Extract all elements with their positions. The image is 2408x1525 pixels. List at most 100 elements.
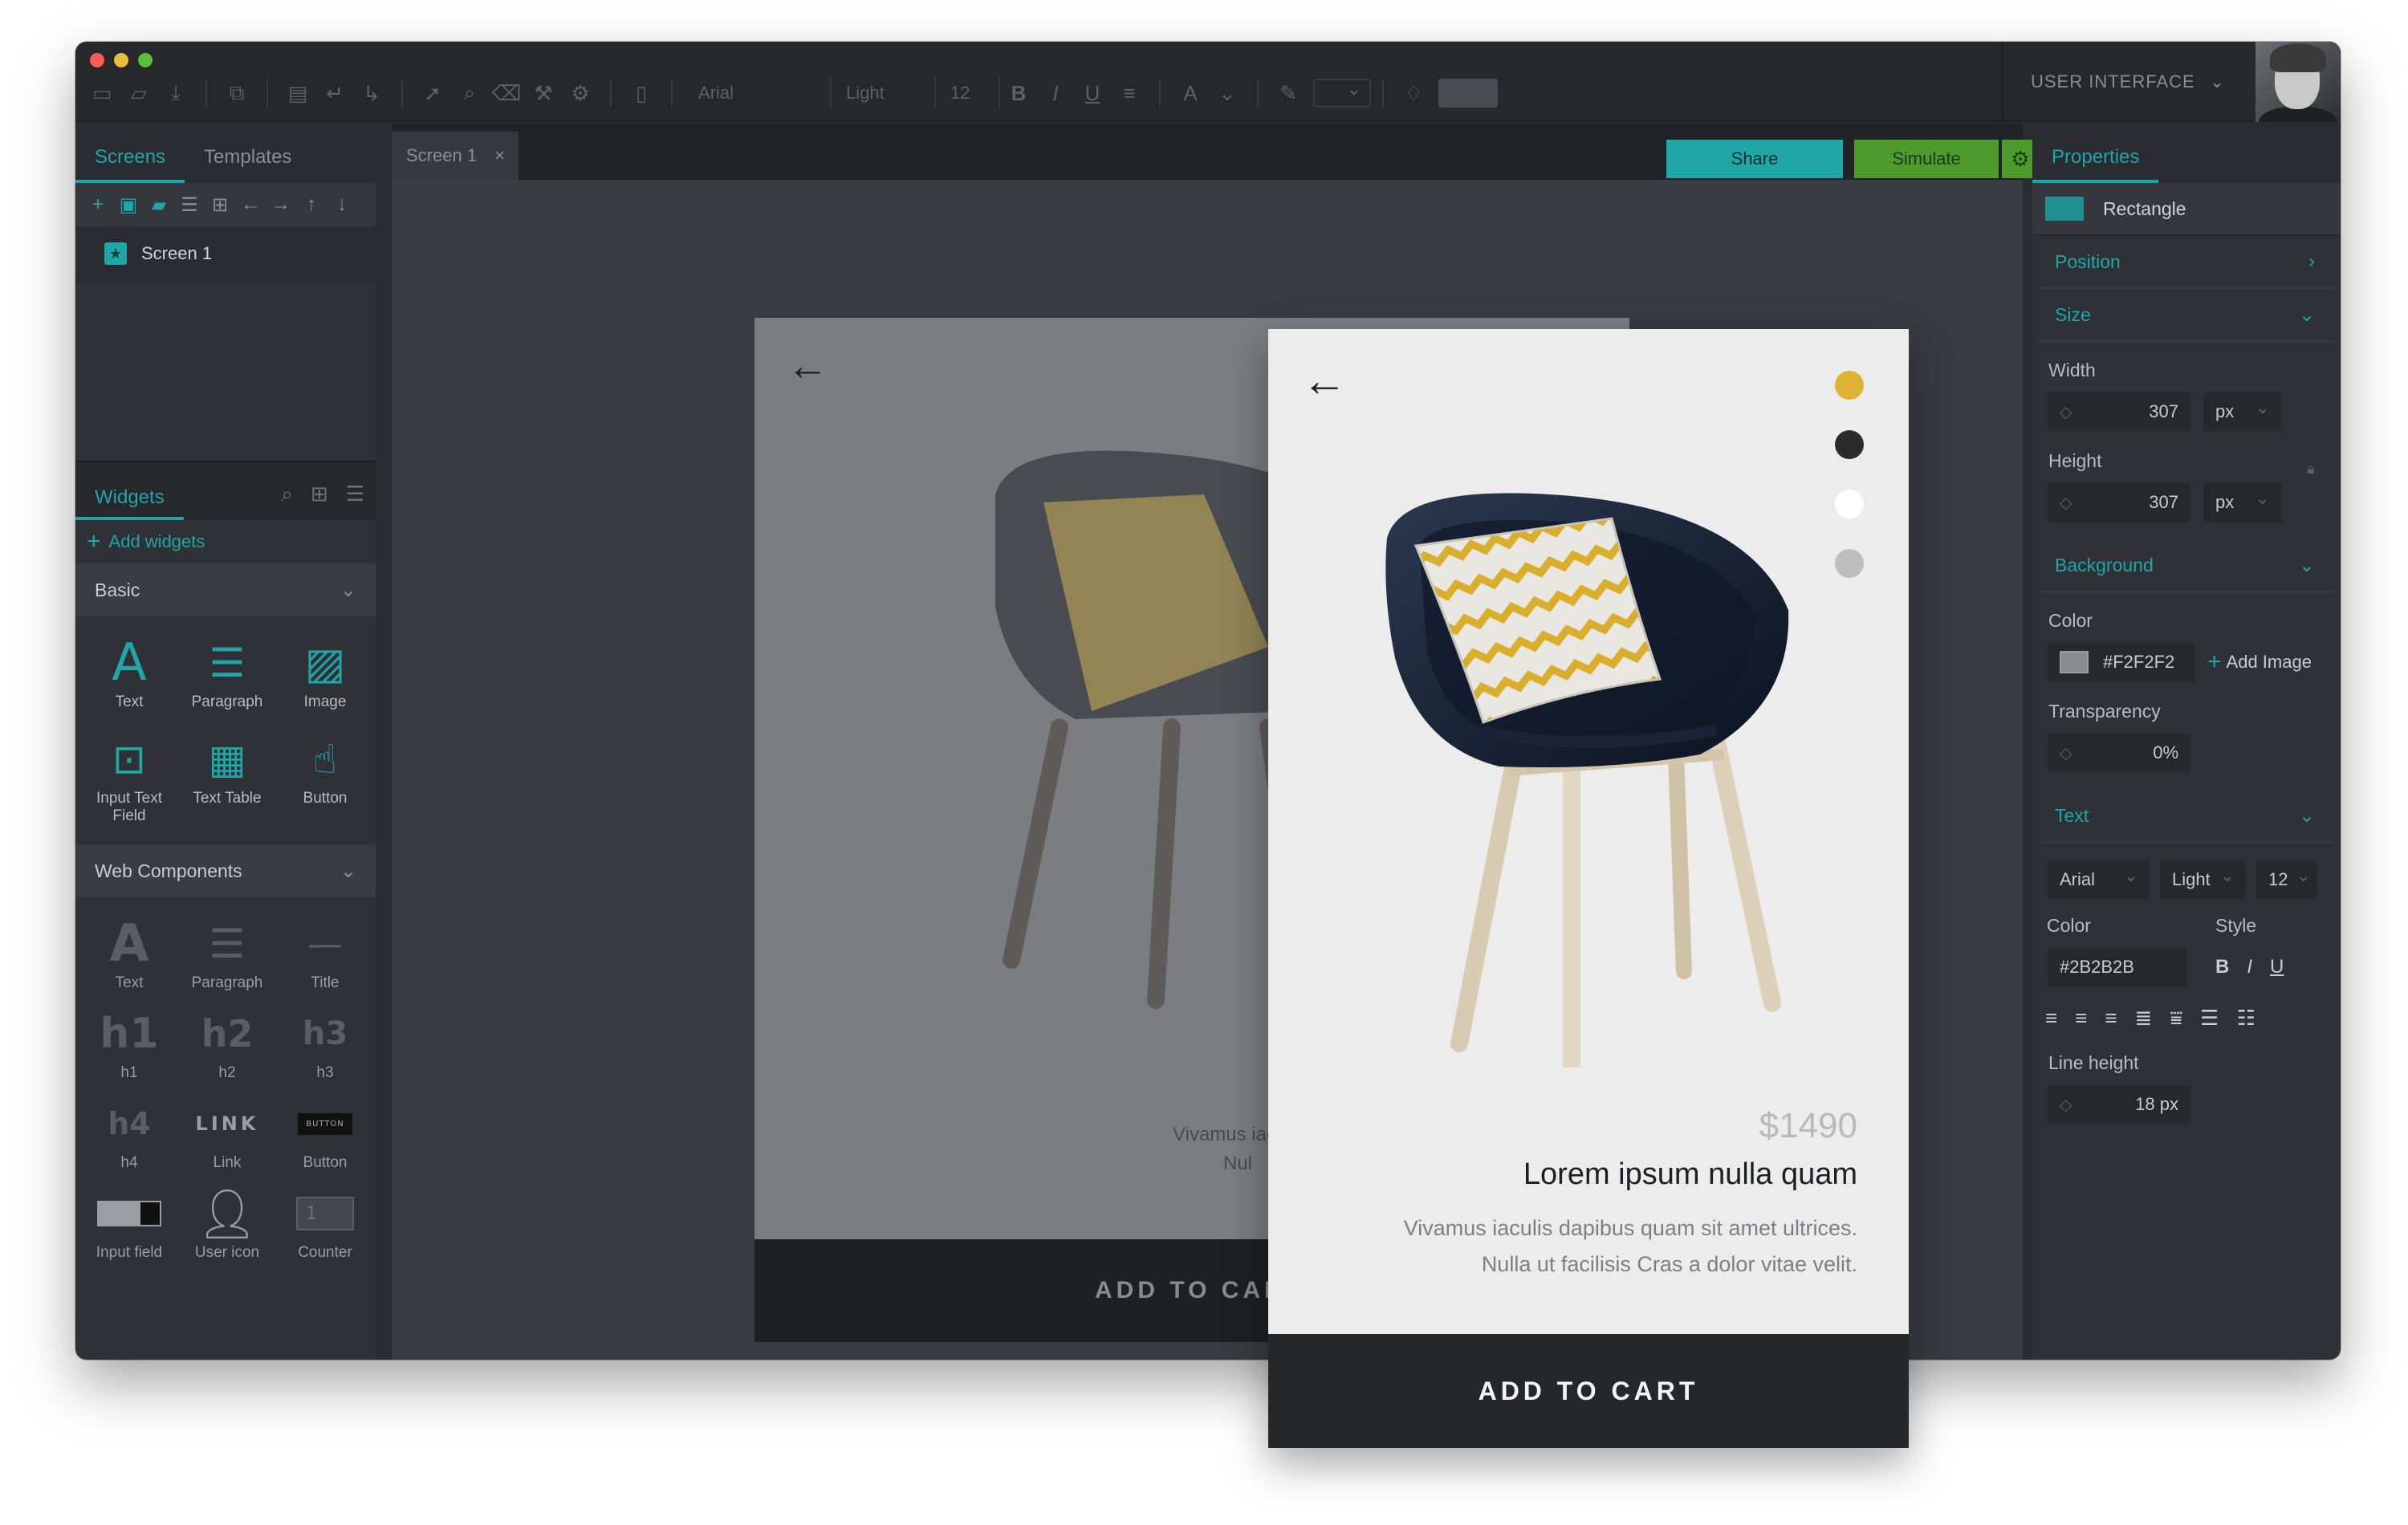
chevron-down-icon[interactable]: ⌄ xyxy=(1209,75,1246,112)
widget-text[interactable]: A Text xyxy=(80,632,178,711)
web-widget-link[interactable]: LINK Link xyxy=(178,1093,276,1172)
new-file-icon[interactable]: ▭ xyxy=(83,75,120,112)
minimize-window-button[interactable] xyxy=(114,53,128,67)
web-widget-h4[interactable]: h4 h4 xyxy=(80,1093,178,1172)
simulate-button[interactable]: Simulate xyxy=(1854,140,1999,178)
duplicate-icon[interactable]: ⧉ xyxy=(218,75,255,112)
add-to-cart-button[interactable]: ADD TO CART xyxy=(1268,1334,1909,1448)
transparency-input[interactable]: ◇ 0% xyxy=(2047,732,2191,774)
user-avatar[interactable] xyxy=(2255,42,2341,122)
toolbar-font-family[interactable]: Arial xyxy=(684,77,832,109)
italic-button[interactable]: I xyxy=(1037,81,1074,106)
underline-button[interactable]: U xyxy=(1074,81,1111,106)
web-widget-text[interactable]: A Text xyxy=(80,913,178,992)
stroke-select[interactable] xyxy=(1313,79,1371,108)
color-swatch-white[interactable] xyxy=(1835,490,1864,518)
lock-aspect-icon[interactable]: 🔒︎ xyxy=(2307,461,2315,478)
list-icon[interactable]: ☷ xyxy=(2236,1006,2255,1031)
toolbar-font-size[interactable]: 12 xyxy=(936,77,1000,109)
device-icon[interactable]: ▯ xyxy=(623,75,660,112)
widget-image[interactable]: ▨ Image xyxy=(276,632,374,711)
web-widget-h3[interactable]: h3 h3 xyxy=(276,1003,374,1082)
zoom-window-button[interactable] xyxy=(138,53,153,67)
format-painter-icon[interactable]: ⚒ xyxy=(525,75,562,112)
align-justify-icon[interactable]: ≣ xyxy=(2135,1006,2153,1031)
download-icon[interactable]: ⤓ xyxy=(157,75,194,112)
basic-section-header[interactable]: Basic ⌄ xyxy=(75,563,376,616)
position-section-header[interactable]: Position › xyxy=(2039,236,2334,289)
bold-button[interactable]: B xyxy=(1000,81,1037,106)
web-widget-h1[interactable]: h1 h1 xyxy=(80,1003,178,1082)
search-icon[interactable]: ⌕ xyxy=(281,482,293,507)
height-unit-select[interactable]: px xyxy=(2203,482,2283,523)
back-arrow-icon[interactable]: ← xyxy=(1302,358,1347,403)
tab-screen-1[interactable]: Screen 1 × xyxy=(392,132,519,180)
align-left-icon[interactable]: ≡ xyxy=(2045,1006,2057,1031)
bg-color-input[interactable]: #F2F2F2 xyxy=(2047,641,2196,683)
add-folder-icon[interactable]: ▰ xyxy=(146,193,172,217)
web-widget-input-field[interactable]: Input field xyxy=(80,1183,178,1262)
align-right-icon[interactable]: ≡ xyxy=(2105,1006,2117,1031)
arrow-right-icon[interactable]: → xyxy=(268,193,294,216)
width-unit-select[interactable]: px xyxy=(2203,391,2283,433)
valign-top-icon[interactable]: ⩸ xyxy=(2170,1006,2182,1031)
text-section-header[interactable]: Text ⌄ xyxy=(2039,790,2334,843)
width-input[interactable]: ◇ 307 xyxy=(2047,391,2191,433)
line-height-input[interactable]: ◇ 18 px xyxy=(2047,1084,2191,1125)
font-family-select[interactable]: Arial xyxy=(2047,859,2151,901)
add-widgets-link[interactable]: + Add widgets xyxy=(75,520,376,563)
paste-icon[interactable]: ▤ xyxy=(279,75,316,112)
open-folder-icon[interactable]: ▱ xyxy=(120,75,157,112)
web-widget-h2[interactable]: h2 h2 xyxy=(178,1003,276,1082)
widget-button[interactable]: ☝ Button xyxy=(276,729,374,825)
arrow-down-icon[interactable]: ↓ xyxy=(329,193,355,216)
list-view-icon[interactable]: ☰ xyxy=(177,193,202,217)
toolbar-font-weight[interactable]: Light xyxy=(832,77,936,109)
arrow-left-icon[interactable]: ← xyxy=(238,193,263,216)
background-section-header[interactable]: Background ⌄ xyxy=(2039,539,2334,592)
size-section-header[interactable]: Size ⌄ xyxy=(2039,289,2334,342)
align-icon[interactable]: ≡ xyxy=(1111,75,1148,112)
color-swatch-grey[interactable] xyxy=(1835,549,1864,578)
style-copy-icon[interactable]: ⚙ xyxy=(562,75,599,112)
ui-mode-selector[interactable]: USER INTERFACE ⌄ xyxy=(2002,42,2255,122)
redo-icon[interactable]: ↳ xyxy=(353,75,390,112)
web-widget-counter[interactable]: 1 Counter xyxy=(276,1183,374,1262)
eraser-icon[interactable]: ⌫ xyxy=(488,75,525,112)
align-center-icon[interactable]: ≡ xyxy=(2075,1006,2087,1031)
tab-screens[interactable]: Screens xyxy=(75,146,185,183)
arrow-up-icon[interactable]: ↑ xyxy=(299,193,324,216)
font-size-select[interactable]: 12 xyxy=(2255,859,2318,901)
color-swatch-yellow[interactable] xyxy=(1835,371,1864,400)
zoom-icon[interactable]: ⌕ xyxy=(451,75,488,112)
tab-widgets[interactable]: Widgets xyxy=(75,486,184,520)
web-widget-user-icon[interactable]: 👤︎ User icon xyxy=(178,1183,276,1262)
widget-text-table[interactable]: ▦ Text Table xyxy=(178,729,276,825)
color-swatch-black[interactable] xyxy=(1835,430,1864,459)
undo-icon[interactable]: ↵ xyxy=(316,75,353,112)
widget-paragraph[interactable]: ☰ Paragraph xyxy=(178,632,276,711)
widget-input-text-field[interactable]: ⊡ Input Text Field xyxy=(80,729,178,825)
web-components-section-header[interactable]: Web Components ⌄ xyxy=(75,844,376,897)
underline-button[interactable]: U xyxy=(2270,956,2284,978)
add-image-button[interactable]: + Add Image xyxy=(2207,649,2312,676)
text-color-input[interactable]: #2B2B2B xyxy=(2047,946,2188,988)
web-widget-paragraph[interactable]: ☰ Paragraph xyxy=(178,913,276,992)
add-screen-icon[interactable]: + xyxy=(85,193,111,216)
web-widget-title[interactable]: — Title xyxy=(276,913,374,992)
font-weight-select[interactable]: Light xyxy=(2159,859,2247,901)
valign-middle-icon[interactable]: ☰ xyxy=(2200,1006,2219,1031)
italic-button[interactable]: I xyxy=(2247,956,2252,978)
pen-icon[interactable]: ✎ xyxy=(1270,75,1307,112)
add-image-screen-icon[interactable]: ▣ xyxy=(116,193,141,217)
grid-view-icon[interactable]: ⊞ xyxy=(311,482,328,507)
list-view-icon[interactable]: ☰ xyxy=(346,482,364,507)
close-icon[interactable]: × xyxy=(494,145,505,166)
fill-drop-icon[interactable]: ♢ xyxy=(1395,75,1432,112)
web-widget-button[interactable]: BUTTON Button xyxy=(276,1093,374,1172)
tab-templates[interactable]: Templates xyxy=(185,146,311,183)
pointer-icon[interactable]: ➚ xyxy=(414,75,451,112)
fill-color-swatch[interactable] xyxy=(1438,79,1498,108)
screen-list-item[interactable]: ★ Screen 1 xyxy=(75,226,376,283)
text-color-icon[interactable]: A xyxy=(1172,75,1209,112)
